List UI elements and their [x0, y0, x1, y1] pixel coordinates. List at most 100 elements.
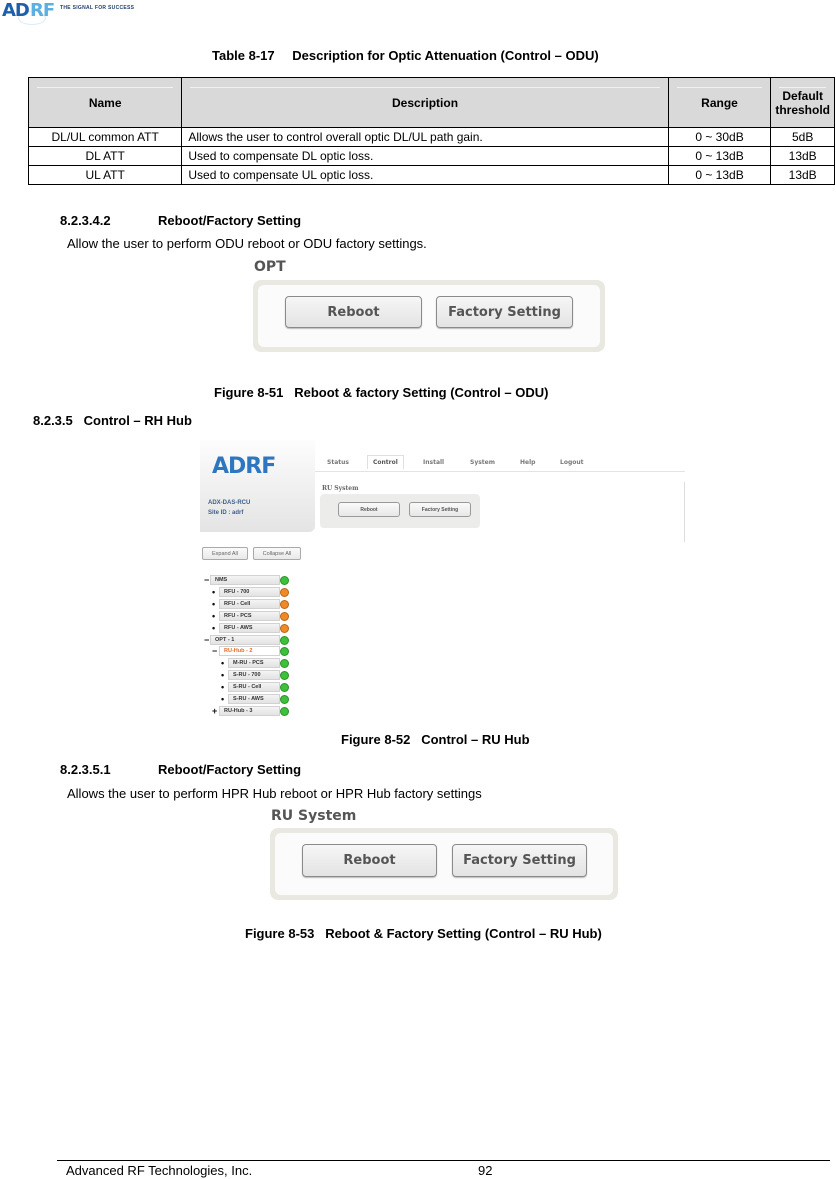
status-orange-icon — [280, 599, 289, 609]
tree-item[interactable]: • S-RU - 700 — [200, 670, 300, 681]
tree-item[interactable]: • RFU - AWS — [200, 622, 300, 634]
collapse-icon[interactable]: − — [204, 635, 209, 646]
ui-ru-system-title: RU System — [322, 485, 359, 492]
status-green-icon — [280, 647, 289, 657]
expand-all-button[interactable]: Expand All — [202, 547, 248, 560]
table-caption-number: Table 8-17 — [212, 48, 275, 63]
tree-item-label[interactable]: RFU - 700 — [219, 586, 280, 597]
cell-default: 13dB — [770, 146, 835, 166]
cell-description: Used to compensate UL optic loss. — [181, 165, 669, 185]
web-ui-screenshot: ADRF ADX-DAS-RCU Site ID : adrf Status C… — [200, 440, 688, 720]
expand-icon[interactable]: + — [212, 706, 217, 717]
tree-item-label[interactable]: NMS — [210, 575, 280, 585]
cell-description: Used to compensate DL optic loss. — [181, 146, 669, 166]
optic-attenuation-table: Name Description Range Default threshold… — [27, 77, 835, 185]
figure-caption: Figure 8-53 Reboot & Factory Setting (Co… — [245, 926, 602, 941]
section-body-text: Allow the user to perform ODU reboot or … — [67, 236, 427, 251]
ui-model-info: ADX-DAS-RCU Site ID : adrf — [208, 498, 250, 518]
tree-item[interactable]: − RU-Hub - 2 — [200, 646, 300, 657]
cell-name: DL/UL common ATT — [27, 127, 183, 147]
tree-item-label[interactable]: RFU - PCS — [219, 610, 280, 621]
tree-item-label[interactable]: RFU - Cell — [219, 598, 280, 609]
tab-install[interactable]: Install — [423, 459, 444, 466]
reboot-button[interactable]: Reboot — [302, 844, 437, 877]
column-header-default-threshold: Default threshold — [770, 77, 835, 128]
tab-help[interactable]: Help — [520, 459, 535, 466]
tree-item-label[interactable]: RU-Hub - 3 — [219, 705, 280, 716]
section-heading-odu-reboot: 8.2.3.4.2 Reboot/Factory Setting — [60, 213, 301, 228]
section-body-text: Allows the user to perform HPR Hub reboo… — [67, 786, 482, 801]
ui-logo: ADRF — [212, 454, 276, 479]
figure-caption-text: Reboot & Factory Setting (Control – RU H… — [325, 926, 602, 941]
tab-control[interactable]: Control — [367, 455, 404, 469]
ru-system-panel-title: RU System — [271, 808, 357, 824]
tree-item-label[interactable]: S-RU - AWS — [228, 694, 280, 704]
tree-item-label[interactable]: M-RU - PCS — [228, 658, 280, 669]
tree-item[interactable]: • S-RU - AWS — [200, 694, 300, 705]
figure-caption: Figure 8-51 Reboot & factory Setting (Co… — [214, 385, 548, 400]
cell-name: DL ATT — [27, 146, 183, 166]
figure-caption-number: Figure 8-53 — [245, 926, 315, 941]
bullet-icon: • — [212, 598, 216, 609]
table-caption-text: Description for Optic Attenuation (Contr… — [292, 48, 599, 63]
column-header-description: Description — [181, 77, 669, 128]
section-heading-ru-hub-reboot: 8.2.3.5.1 Reboot/Factory Setting — [60, 762, 301, 777]
status-green-icon — [280, 695, 289, 704]
ui-logo-rf: RF — [245, 454, 276, 479]
tree-item-label[interactable]: RFU - AWS — [219, 622, 280, 633]
section-number: 8.2.3.5 — [33, 413, 73, 428]
ui-logo-ad: AD — [212, 454, 246, 479]
tree-item[interactable]: • RFU - 700 — [200, 586, 300, 598]
tree-item[interactable]: + RU-Hub - 3 — [200, 705, 300, 717]
tree-item-label[interactable]: OPT - 1 — [210, 634, 280, 645]
status-green-icon — [280, 576, 289, 585]
factory-setting-button[interactable]: Factory Setting — [452, 844, 587, 877]
tree-item-label[interactable]: S-RU - 700 — [228, 670, 280, 681]
collapse-all-button[interactable]: Collapse All — [253, 547, 301, 560]
figure-caption: Figure 8-52 Control – RU Hub — [341, 732, 530, 747]
section-number: 8.2.3.4.2 — [60, 213, 111, 228]
reboot-button[interactable]: Reboot — [285, 296, 422, 328]
section-number: 8.2.3.5.1 — [60, 762, 111, 777]
logo-ad-text: AD — [2, 0, 30, 21]
tree-item-label[interactable]: S-RU - Cell — [228, 682, 280, 693]
tree-item[interactable]: − OPT - 1 — [200, 634, 300, 646]
cell-range: 0 ~ 30dB — [667, 127, 772, 147]
tree-item[interactable]: − NMS — [200, 575, 300, 586]
status-green-icon — [280, 706, 289, 716]
section-title: Reboot/Factory Setting — [158, 762, 302, 777]
ru-system-panel: Reboot Factory Setting — [270, 828, 618, 900]
bullet-icon: • — [212, 610, 216, 621]
tab-status[interactable]: Status — [327, 459, 349, 466]
tree-item[interactable]: • S-RU - Cell — [200, 682, 300, 693]
tree-item[interactable]: • RFU - Cell — [200, 598, 300, 610]
ui-model-name: ADX-DAS-RCU — [208, 500, 251, 506]
status-green-icon — [280, 671, 289, 681]
opt-panel-title: OPT — [254, 259, 286, 275]
logo-tagline: THE SIGNAL FOR SUCCESS — [60, 5, 135, 11]
collapse-icon[interactable]: − — [204, 575, 209, 586]
tree-item[interactable]: • M-RU - PCS — [200, 658, 300, 669]
table-caption: Table 8-17 Description for Optic Attenua… — [212, 48, 599, 63]
status-green-icon — [280, 659, 289, 669]
opt-panel: Reboot Factory Setting — [253, 280, 605, 352]
tree-item[interactable]: • RFU - PCS — [200, 610, 300, 622]
bullet-icon: • — [212, 586, 216, 597]
section-title: Reboot/Factory Setting — [158, 213, 302, 228]
tab-logout[interactable]: Logout — [560, 459, 584, 466]
section-heading-rh-hub: 8.2.3.5 Control – RH Hub — [33, 413, 192, 428]
bullet-icon: • — [221, 658, 225, 669]
factory-setting-button[interactable]: Factory Setting — [436, 296, 573, 328]
collapse-icon[interactable]: − — [212, 646, 217, 657]
figure-caption-number: Figure 8-52 — [341, 732, 411, 747]
ui-left-panel: ADRF ADX-DAS-RCU Site ID : adrf — [200, 440, 315, 532]
tree-item-label[interactable]: RU-Hub - 2 — [219, 646, 280, 657]
status-orange-icon — [280, 587, 289, 597]
cell-default: 5dB — [770, 127, 835, 147]
tab-system[interactable]: System — [470, 459, 495, 466]
ui-reboot-button[interactable]: Reboot — [338, 502, 400, 517]
figure-caption-text: Control – RU Hub — [421, 732, 530, 747]
ui-factory-setting-button[interactable]: Factory Setting — [409, 502, 471, 517]
column-header-name: Name — [27, 77, 183, 128]
ui-site-id: Site ID : adrf — [208, 510, 244, 516]
